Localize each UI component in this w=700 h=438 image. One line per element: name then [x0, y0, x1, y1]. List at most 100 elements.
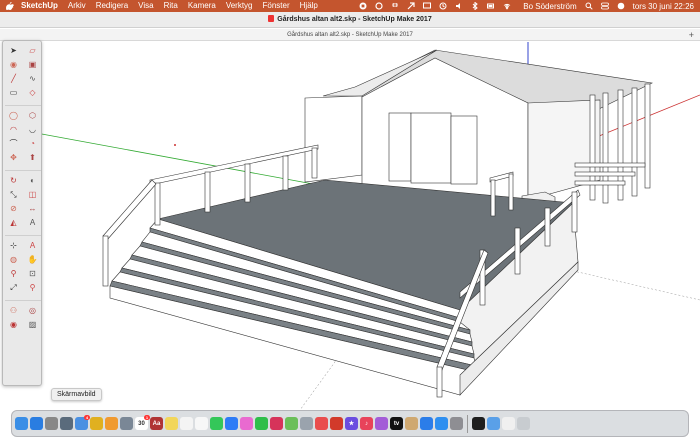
facetime-icon[interactable]: [255, 417, 268, 430]
tab-document[interactable]: Gårdshus altan alt2.skp - SketchUp Make …: [287, 32, 413, 38]
messenger-icon[interactable]: [225, 417, 238, 430]
menu-arkiv[interactable]: Arkiv: [68, 0, 86, 12]
scale-icon[interactable]: ⤡: [5, 189, 22, 201]
arrow-icon[interactable]: [407, 2, 415, 10]
time-machine-icon[interactable]: [439, 2, 447, 10]
battery-icon[interactable]: [487, 2, 495, 10]
imovie-icon[interactable]: ★: [345, 417, 358, 430]
model-viewport[interactable]: [0, 40, 700, 411]
circle-icon[interactable]: ◯: [5, 110, 22, 122]
door-left: [388, 112, 412, 182]
trash-icon[interactable]: [517, 417, 530, 430]
menu-hjalp[interactable]: Hjälp: [300, 0, 318, 12]
siri-icon[interactable]: [617, 2, 625, 10]
document-stack-icon[interactable]: [502, 417, 515, 430]
display-icon[interactable]: [423, 2, 432, 10]
bluetooth-status-icon[interactable]: [471, 2, 479, 10]
appletv-icon[interactable]: tv: [390, 417, 403, 430]
volume-icon[interactable]: [455, 2, 463, 10]
chrome-icon[interactable]: [90, 417, 103, 430]
move-icon[interactable]: ✥: [5, 152, 22, 164]
creative-cloud-icon[interactable]: [375, 2, 383, 10]
axes-icon[interactable]: ⊹: [5, 240, 22, 252]
news-icon[interactable]: [315, 417, 328, 430]
wifi-icon[interactable]: [503, 2, 511, 10]
pan-icon[interactable]: ✋: [24, 254, 41, 266]
dock-app-label: 30: [138, 420, 145, 427]
three-point-arc-icon[interactable]: ⌒: [5, 138, 22, 150]
look-around-icon[interactable]: ◉: [5, 319, 22, 331]
notes-icon[interactable]: [165, 417, 178, 430]
reminders-icon[interactable]: [180, 417, 193, 430]
menu-redigera[interactable]: Redigera: [96, 0, 128, 12]
paint-bucket-icon[interactable]: ◉: [5, 59, 22, 71]
apple-icon[interactable]: [6, 1, 14, 11]
mail-icon[interactable]: 4: [75, 415, 90, 430]
launchpad-icon[interactable]: [45, 417, 58, 430]
rotated-rectangle-icon[interactable]: ◇: [24, 87, 41, 99]
search-icon[interactable]: [585, 2, 593, 10]
eraser-icon[interactable]: ▱: [24, 45, 41, 57]
user-name[interactable]: Bo Söderström: [523, 2, 576, 11]
textedit-icon[interactable]: [195, 417, 208, 430]
dictionary-icon[interactable]: Aa: [150, 417, 163, 430]
activity-icon[interactable]: [472, 417, 485, 430]
safari-icon[interactable]: [30, 417, 43, 430]
goat-icon[interactable]: [405, 417, 418, 430]
record-icon[interactable]: [359, 2, 367, 10]
menu-visa[interactable]: Visa: [138, 0, 153, 12]
settings-icon[interactable]: [450, 417, 463, 430]
search-icon[interactable]: ⚲: [24, 282, 41, 294]
component-icon[interactable]: ▣: [24, 59, 41, 71]
calendar-icon[interactable]: 30 1: [135, 415, 150, 430]
menu-fonster[interactable]: Fönster: [263, 0, 290, 12]
protractor-icon[interactable]: ◭: [5, 217, 22, 229]
section-plane-icon[interactable]: ▨: [24, 319, 41, 331]
downloads-icon[interactable]: [487, 417, 500, 430]
maps-icon[interactable]: [285, 417, 298, 430]
tape-measure-icon[interactable]: ⊘: [5, 203, 22, 215]
follow-me-icon[interactable]: ◐: [24, 175, 41, 187]
pie-icon[interactable]: ◔: [24, 138, 41, 150]
new-tab-icon[interactable]: +: [689, 29, 694, 41]
arc-icon[interactable]: ◠: [5, 124, 22, 136]
appstore-icon[interactable]: [435, 417, 448, 430]
photos-app-icon[interactable]: [240, 417, 253, 430]
walk-icon[interactable]: ⚇: [5, 305, 22, 317]
music-icon[interactable]: [270, 417, 283, 430]
menu-kamera[interactable]: Kamera: [188, 0, 216, 12]
two-point-arc-icon[interactable]: ◡: [24, 124, 41, 136]
rectangle-icon[interactable]: ▭: [5, 87, 22, 99]
orbit-icon[interactable]: ◍: [5, 254, 22, 266]
polygon-icon[interactable]: ⬡: [24, 110, 41, 122]
preview-icon[interactable]: [60, 417, 73, 430]
control-center-icon[interactable]: [600, 2, 609, 10]
freehand-icon[interactable]: ∿: [24, 73, 41, 85]
3d-text-icon[interactable]: A: [24, 240, 41, 252]
offset-icon[interactable]: ◫: [24, 189, 41, 201]
bluetooth-icon[interactable]: [420, 417, 433, 430]
dropbox-icon[interactable]: [391, 2, 399, 10]
photos-icon[interactable]: [105, 417, 118, 430]
menu-rita[interactable]: Rita: [164, 0, 178, 12]
messages-icon[interactable]: [210, 417, 223, 430]
text-icon[interactable]: A: [24, 217, 41, 229]
push-pull-icon[interactable]: ⬆: [24, 152, 41, 164]
itunes-icon[interactable]: ♪: [360, 417, 373, 430]
zoom-window-icon[interactable]: ⊡: [24, 268, 41, 280]
position-camera-icon[interactable]: ◎: [24, 305, 41, 317]
line-icon[interactable]: ╱: [5, 73, 22, 85]
scanner-icon[interactable]: [120, 417, 133, 430]
zoom-icon[interactable]: ⚲: [5, 268, 22, 280]
sketchup-icon[interactable]: [330, 417, 343, 430]
files-icon[interactable]: [300, 417, 313, 430]
clock[interactable]: tors 30 juni 22:26: [633, 2, 694, 11]
menu-verktyg[interactable]: Verktyg: [226, 0, 253, 12]
zoom-extents-icon[interactable]: ⤢: [5, 282, 22, 294]
menu-sketchup[interactable]: SketchUp: [21, 0, 58, 12]
dimension-icon[interactable]: ↔: [24, 203, 41, 215]
select-icon[interactable]: ➤: [5, 45, 22, 57]
podcasts-icon[interactable]: [375, 417, 388, 430]
finder-icon[interactable]: [15, 417, 28, 430]
rotate-icon[interactable]: ↻: [5, 175, 22, 187]
